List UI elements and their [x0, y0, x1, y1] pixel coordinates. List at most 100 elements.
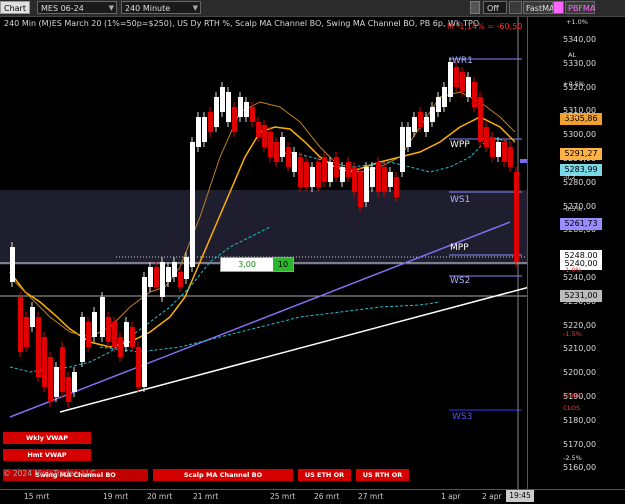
scalp-ma-button[interactable]: Scalp MA Channel BO [153, 469, 293, 481]
candle-body [232, 107, 237, 132]
candle-body [160, 262, 165, 297]
candle-body [130, 327, 135, 347]
wr1-label: WR1 [452, 56, 473, 66]
candle-body [220, 87, 225, 112]
candle-body [202, 117, 207, 142]
candle-body [508, 147, 513, 167]
ws1-label: WS1 [450, 195, 471, 205]
candle-body [226, 92, 231, 122]
price-label: 5330,00 [563, 58, 597, 68]
percent-label: +0.2 [563, 112, 579, 120]
candle-body [442, 87, 447, 107]
candle-body [118, 337, 123, 357]
price-label: 5180,00 [563, 415, 597, 425]
session-change: M -1,14% = -60,50 [447, 22, 523, 31]
price-label: 5170,00 [563, 439, 597, 449]
price-label: 5300,00 [563, 130, 597, 140]
time-label: 26 mrt [314, 492, 340, 501]
instrument-label: MES 06-24 [41, 4, 84, 13]
time-label: 2 apr [482, 492, 502, 501]
time-label: 1 apr [441, 492, 461, 501]
candle-body [514, 172, 519, 262]
candle-body [484, 127, 489, 147]
candle-body [148, 267, 153, 287]
candle-body [370, 167, 375, 187]
candle-body [286, 147, 291, 167]
order-price[interactable]: 3,00 [221, 258, 273, 271]
trend-line [59, 286, 527, 413]
candle-body [310, 167, 315, 187]
percent-label: -1.0% [563, 266, 582, 274]
candle-body [460, 72, 465, 92]
toolbar-icon[interactable] [470, 1, 480, 14]
price-chart[interactable] [0, 17, 527, 489]
candle-body [322, 157, 327, 182]
candle-body [412, 117, 417, 132]
percent-label: -1.5% [563, 330, 582, 338]
candle-body [190, 142, 195, 267]
candle-body [214, 97, 219, 127]
percent-label: -0.2 [563, 173, 576, 181]
candle-body [316, 162, 321, 187]
instrument-select[interactable]: MES 06-24 ▼ [37, 1, 117, 14]
tab-chart[interactable]: Chart [0, 1, 30, 14]
fastma-button[interactable]: FastMA [523, 1, 554, 14]
candle-body [112, 322, 117, 347]
candle-body [406, 127, 411, 147]
current-time-box: 19:45 [506, 490, 534, 502]
candle-body [72, 372, 77, 392]
price-label: 5160,00 [563, 463, 597, 473]
off-select[interactable]: Off [483, 1, 507, 14]
price-marker: 5291,27 [560, 148, 602, 160]
candle-body [184, 257, 189, 279]
percent-label: -0.5% [563, 205, 582, 213]
candle-body [382, 167, 387, 192]
interval-select[interactable]: 240 Minute ▼ [121, 1, 201, 14]
candle-body [106, 317, 111, 342]
time-label: 21 mrt [193, 492, 219, 501]
chart-toolbar: Chart MES 06-24 ▼ 240 Minute ▼ Off FastMA … [0, 0, 625, 17]
candle-body [448, 62, 453, 97]
wkly-vwap-button[interactable]: Wkly VWAP [3, 432, 91, 444]
order-marker[interactable]: 3,00 10 [220, 257, 294, 272]
time-label: 15 mrt [24, 492, 50, 501]
interval-label: 240 Minute [125, 4, 171, 13]
candle-body [66, 377, 71, 402]
candle-body [238, 97, 243, 117]
chevron-down-icon: ▼ [192, 4, 198, 12]
toolbar-button[interactable] [509, 1, 522, 14]
us-eth-or-button[interactable]: US ETH OR [298, 469, 351, 481]
hmt-vwap-button[interactable]: Hmt VWAP [3, 449, 91, 461]
candle-body [496, 142, 501, 157]
candle-body [18, 297, 23, 352]
candle-body [298, 157, 303, 187]
candle-body [436, 97, 441, 112]
order-qty[interactable]: 10 [273, 258, 293, 271]
candle-body [424, 117, 429, 132]
candle-body [358, 172, 363, 207]
candle-body [80, 317, 85, 362]
candle-body [92, 312, 97, 337]
candle-body [328, 162, 333, 182]
candle-body [478, 97, 483, 142]
candle-body [280, 137, 285, 157]
candle-body [400, 127, 405, 172]
price-label: 5340,00 [563, 35, 597, 44]
time-label: 19 mrt [103, 492, 129, 501]
channel-lower-2 [99, 301, 441, 353]
percent-label: AL [568, 51, 577, 59]
candle-body [196, 117, 201, 147]
toolbar-color-icon[interactable] [553, 1, 564, 14]
percent-label: -2.5% [563, 454, 582, 462]
candle-body [178, 272, 183, 287]
time-label: 27 mrt [358, 492, 384, 501]
candle-body [136, 347, 141, 387]
candle-body [376, 162, 381, 192]
chart-title: 240 Min (M)ES March 20 (1%=50p=$250), US… [4, 19, 480, 28]
candle-body [274, 142, 279, 162]
candle-body [166, 267, 171, 282]
candle-body [388, 172, 393, 187]
candle-body [268, 132, 273, 157]
us-rth-or-button[interactable]: US RTH OR [356, 469, 409, 481]
pbfma-button[interactable]: PBFMA [565, 1, 595, 14]
